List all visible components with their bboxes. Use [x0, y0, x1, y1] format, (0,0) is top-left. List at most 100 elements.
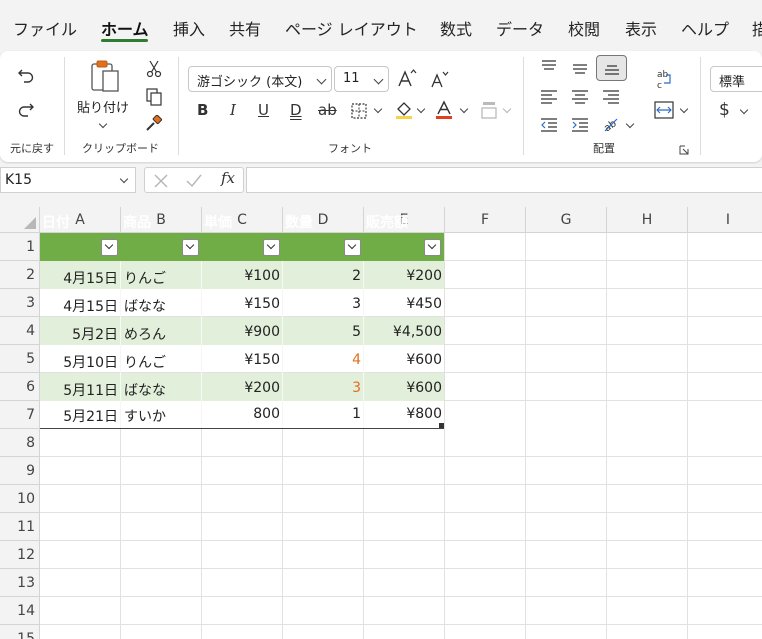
cancel-icon[interactable] [153, 173, 169, 189]
align-top-button[interactable] [538, 57, 560, 77]
table-cell[interactable]: ¥450 [364, 291, 445, 319]
row-header-4[interactable]: 4 [0, 317, 40, 345]
table-cell[interactable]: ばなな [121, 291, 202, 319]
column-header-i[interactable]: I [688, 207, 762, 233]
table-cell[interactable]: りんご [121, 347, 202, 375]
phonetic-dropdown-icon[interactable] [502, 104, 512, 114]
number-format-combo[interactable]: 標準 [710, 66, 762, 92]
table-cell[interactable]: ¥600 [364, 375, 445, 403]
decrease-indent-button[interactable] [538, 115, 560, 135]
borders-dropdown-icon[interactable] [373, 104, 383, 114]
table-cell[interactable]: 3 [283, 291, 364, 319]
table-cell[interactable]: 5月11日 [40, 375, 121, 403]
insert-function-button[interactable]: fx [221, 169, 235, 187]
table-cell-highlight[interactable]: 3 [283, 375, 364, 403]
table-cell[interactable]: 5 [283, 319, 364, 347]
font-size-combo[interactable]: 11 [334, 66, 389, 92]
table-cell[interactable]: 5月21日 [40, 401, 121, 429]
tab-help[interactable]: ヘルプ [681, 16, 729, 40]
orientation-dropdown-icon[interactable] [625, 119, 635, 129]
row-header-9[interactable]: 9 [0, 457, 40, 485]
row-header-13[interactable]: 13 [0, 569, 40, 597]
filter-dropdown-icon[interactable] [182, 239, 199, 256]
font-color-button[interactable] [433, 99, 455, 121]
row-header-12[interactable]: 12 [0, 541, 40, 569]
table-cell[interactable]: 2 [283, 263, 364, 291]
filter-dropdown-icon[interactable] [101, 239, 118, 256]
column-header-f[interactable]: F [445, 207, 526, 233]
column-header-h[interactable]: H [607, 207, 688, 233]
table-cell[interactable]: ¥200 [202, 375, 283, 403]
table-cell[interactable]: ¥150 [202, 291, 283, 319]
column-header-g[interactable]: G [526, 207, 607, 233]
font-name-combo[interactable]: 游ゴシック (本文) [188, 66, 332, 92]
row-header-11[interactable]: 11 [0, 513, 40, 541]
tab-formulas[interactable]: 数式 [440, 16, 472, 40]
bold-button[interactable]: B [197, 101, 208, 119]
table-cell[interactable]: 4月15日 [40, 291, 121, 319]
name-box[interactable]: K15 [0, 167, 136, 193]
increase-indent-button[interactable] [569, 115, 591, 135]
fill-color-dropdown-icon[interactable] [416, 104, 426, 114]
borders-button[interactable] [349, 101, 369, 121]
row-header-8[interactable]: 8 [0, 429, 40, 457]
table-cell[interactable]: ¥4,500 [364, 319, 445, 347]
row-header-10[interactable]: 10 [0, 485, 40, 513]
wrap-text-button[interactable]: ab c [653, 67, 675, 91]
format-painter-button[interactable] [144, 114, 164, 134]
row-header-7[interactable]: 7 [0, 401, 40, 429]
table-cell[interactable]: ¥900 [202, 319, 283, 347]
currency-format-button[interactable]: $ [719, 100, 730, 120]
align-middle-button[interactable] [569, 59, 591, 79]
align-left-button[interactable] [538, 87, 560, 107]
row-header-6[interactable]: 6 [0, 373, 40, 401]
table-cell[interactable]: 800 [202, 401, 283, 429]
tab-view[interactable]: 表示 [625, 16, 657, 40]
table-cell[interactable]: めろん [121, 319, 202, 347]
merge-center-button[interactable] [653, 99, 675, 121]
phonetic-guide-button[interactable] [478, 99, 500, 121]
orientation-button[interactable]: ab [600, 113, 622, 135]
copy-button[interactable] [144, 87, 164, 107]
increase-font-button[interactable] [396, 66, 418, 90]
double-underline-button[interactable]: D [290, 101, 302, 119]
table-cell[interactable]: すいか [121, 401, 202, 429]
row-header-1[interactable]: 1 [0, 233, 40, 261]
tab-home[interactable]: ホーム [101, 16, 149, 40]
cut-button[interactable] [144, 59, 164, 79]
formula-input[interactable] [246, 167, 762, 193]
align-right-button[interactable] [600, 87, 622, 107]
table-cell-highlight[interactable]: 4 [283, 347, 364, 375]
redo-button[interactable] [14, 97, 38, 121]
underline-button[interactable]: U [258, 101, 269, 119]
table-cell[interactable]: ¥100 [202, 263, 283, 291]
table-cell[interactable]: ¥600 [364, 347, 445, 375]
align-bottom-button[interactable] [596, 55, 627, 81]
fill-color-button[interactable] [393, 99, 415, 121]
table-cell[interactable]: ばなな [121, 375, 202, 403]
row-header-15[interactable]: 15 [0, 625, 40, 639]
row-header-2[interactable]: 2 [0, 261, 40, 289]
table-cell[interactable]: ¥800 [364, 401, 445, 429]
decrease-font-button[interactable] [428, 67, 450, 91]
tab-share[interactable]: 共有 [229, 16, 261, 40]
row-header-5[interactable]: 5 [0, 345, 40, 373]
currency-dropdown-icon[interactable] [739, 105, 749, 115]
align-center-button[interactable] [569, 87, 591, 107]
table-cell[interactable]: 1 [283, 401, 364, 429]
undo-button[interactable] [14, 63, 38, 87]
row-header-14[interactable]: 14 [0, 597, 40, 625]
table-cell[interactable]: 5月10日 [40, 347, 121, 375]
paste-button[interactable] [88, 57, 122, 95]
paste-dropdown-icon[interactable] [98, 119, 108, 129]
tab-review[interactable]: 校閲 [568, 16, 600, 40]
merge-dropdown-icon[interactable] [679, 104, 689, 114]
filter-dropdown-icon[interactable] [263, 239, 280, 256]
table-resize-handle[interactable] [439, 423, 444, 428]
table-cell[interactable]: ¥200 [364, 263, 445, 291]
filter-dropdown-icon[interactable] [424, 239, 441, 256]
tab-file[interactable]: ファイル [13, 16, 77, 40]
filter-dropdown-icon[interactable] [344, 239, 361, 256]
tab-page-layout[interactable]: ページ レイアウト [285, 16, 418, 40]
strikethrough-button[interactable]: ab [318, 101, 337, 119]
